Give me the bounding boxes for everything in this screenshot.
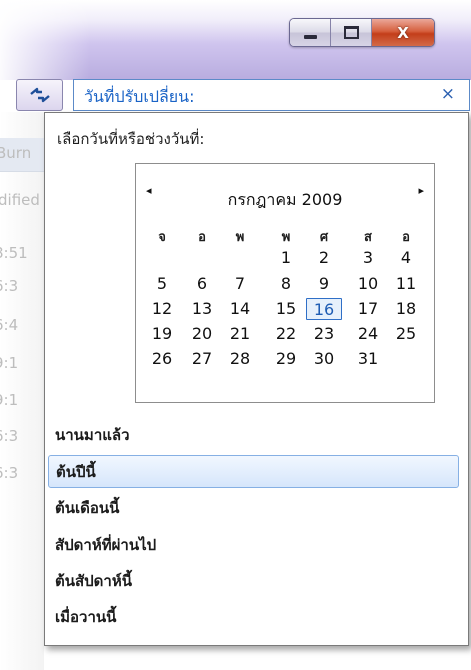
calendar-day[interactable]: 8 bbox=[270, 273, 302, 295]
weekday-header: จ อ พ พ ศ ส อ bbox=[136, 226, 436, 248]
calendar-day[interactable]: 10 bbox=[352, 273, 384, 295]
close-button[interactable]: X bbox=[372, 19, 434, 46]
list-item: 6:3 bbox=[0, 427, 19, 445]
calendar-day[interactable]: 12 bbox=[146, 298, 178, 320]
window-caption-buttons: X bbox=[289, 18, 435, 47]
preset-start-of-week[interactable]: ต้นสัปดาห์นี้ bbox=[48, 565, 459, 598]
close-icon: X bbox=[397, 23, 409, 42]
calendar-day[interactable]: 13 bbox=[186, 298, 218, 320]
preset-start-of-month[interactable]: ต้นเดือนนี้ bbox=[48, 492, 459, 525]
calendar-day[interactable]: 1 bbox=[270, 247, 302, 269]
calendar-day[interactable]: 19 bbox=[146, 323, 178, 345]
weekday-label: จ bbox=[158, 230, 166, 245]
calendar-day[interactable]: 28 bbox=[224, 348, 256, 370]
list-item: dified bbox=[0, 191, 40, 209]
calendar-day[interactable]: 21 bbox=[224, 323, 256, 345]
weekday-label: อ bbox=[198, 230, 206, 245]
calendar-day-today[interactable]: 16 bbox=[306, 298, 342, 320]
preset-long-ago[interactable]: นานมาแล้ว bbox=[48, 419, 459, 452]
calendar-day[interactable]: 25 bbox=[390, 323, 422, 345]
calendar-day[interactable]: 14 bbox=[224, 298, 256, 320]
preset-last-week[interactable]: สัปดาห์ที่ผ่านไป bbox=[48, 529, 459, 562]
weekday-label: พ bbox=[235, 230, 245, 245]
calendar-day[interactable]: 6 bbox=[186, 273, 218, 295]
calendar-day[interactable]: 27 bbox=[186, 348, 218, 370]
list-item: 6:4 bbox=[0, 316, 19, 334]
list-item: 8:51 bbox=[0, 244, 28, 262]
calendar-day[interactable]: 24 bbox=[352, 323, 384, 345]
calendar-day[interactable]: 15 bbox=[270, 298, 302, 320]
calendar-day[interactable]: 31 bbox=[352, 348, 384, 370]
calendar-week: 1 2 3 4 bbox=[136, 247, 436, 269]
list-item: 6:3 bbox=[0, 464, 19, 482]
date-filter-dropdown: เลือกวันที่หรือช่วงวันที่: ◂ ▸ กรกฎาคม 2… bbox=[44, 112, 469, 646]
maximize-icon bbox=[343, 26, 359, 39]
minimize-icon bbox=[303, 34, 317, 39]
weekday-label: ส bbox=[364, 230, 372, 245]
calendar-day[interactable]: 29 bbox=[270, 348, 302, 370]
minimize-button[interactable] bbox=[290, 19, 331, 46]
calendar-day[interactable]: 26 bbox=[146, 348, 178, 370]
weekday-label: ศ bbox=[319, 230, 329, 245]
calendar-day[interactable]: 20 bbox=[186, 323, 218, 345]
calendar-day[interactable]: 3 bbox=[352, 247, 384, 269]
maximize-button[interactable] bbox=[331, 19, 372, 46]
calendar-day[interactable]: 4 bbox=[390, 247, 422, 269]
calendar-day[interactable]: 23 bbox=[308, 323, 340, 345]
date-filter-prompt: เลือกวันที่หรือช่วงวันที่: bbox=[57, 130, 205, 148]
file-list-background: Burn dified 8:51 6:3 6:4 9:1 9:1 6:3 6:3 bbox=[0, 112, 44, 670]
calendar-day[interactable]: 2 bbox=[308, 247, 340, 269]
list-item: 9:1 bbox=[0, 354, 19, 372]
calendar-day[interactable]: 7 bbox=[224, 273, 256, 295]
calendar-day[interactable]: 22 bbox=[270, 323, 302, 345]
calendar: ◂ ▸ กรกฎาคม 2009 จ อ พ พ ศ ส อ 1 2 3 4 5… bbox=[135, 163, 435, 403]
calendar-day[interactable]: 11 bbox=[390, 273, 422, 295]
calendar-day[interactable]: 18 bbox=[390, 298, 422, 320]
calendar-month-title[interactable]: กรกฎาคม 2009 bbox=[136, 188, 434, 213]
weekday-label: อ bbox=[402, 230, 410, 245]
calendar-week: 19 20 21 22 23 24 25 bbox=[136, 323, 436, 345]
search-input[interactable]: วันที่ปรับเปลี่ยน: × bbox=[73, 79, 470, 111]
list-item: Burn bbox=[0, 144, 32, 162]
refresh-button[interactable] bbox=[16, 79, 63, 111]
refresh-arrows-icon bbox=[29, 87, 50, 103]
calendar-week: 5 6 7 8 9 10 11 bbox=[136, 273, 436, 295]
calendar-day[interactable]: 17 bbox=[352, 298, 384, 320]
titlebar-fade bbox=[0, 0, 90, 80]
preset-start-of-year[interactable]: ต้นปีนี้ bbox=[48, 455, 459, 488]
list-item: 6:3 bbox=[0, 277, 19, 295]
list-item: 9:1 bbox=[0, 391, 19, 409]
calendar-day[interactable]: 30 bbox=[308, 348, 340, 370]
calendar-week: 26 27 28 29 30 31 bbox=[136, 348, 436, 370]
preset-yesterday[interactable]: เมื่อวานนี้ bbox=[48, 601, 459, 634]
clear-icon[interactable]: × bbox=[441, 84, 455, 104]
search-filter-label: วันที่ปรับเปลี่ยน: bbox=[84, 87, 195, 106]
calendar-day[interactable]: 5 bbox=[146, 273, 178, 295]
calendar-week: 12 13 14 15 16 17 18 bbox=[136, 298, 436, 320]
weekday-label: พ bbox=[281, 230, 291, 245]
calendar-day[interactable]: 9 bbox=[308, 273, 340, 295]
